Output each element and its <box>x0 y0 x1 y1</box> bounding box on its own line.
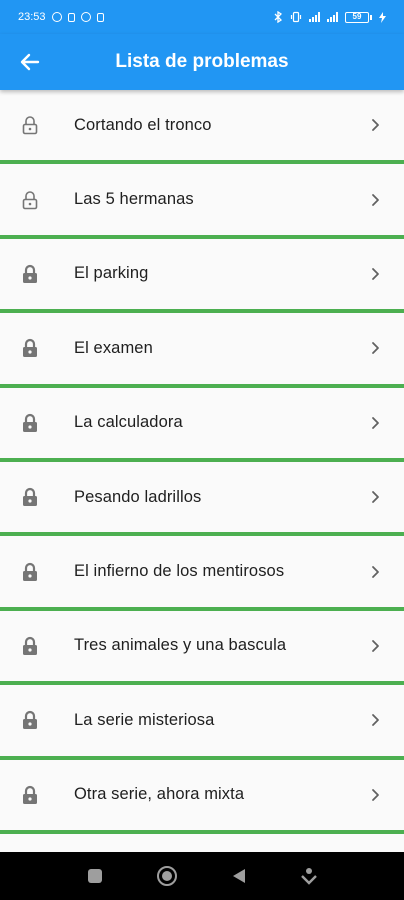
charging-icon <box>379 11 386 23</box>
list-item-label: Las 5 hermanas <box>74 190 194 209</box>
assistant-icon[interactable] <box>300 867 318 885</box>
lock-icon <box>0 264 60 284</box>
arrow-left-icon <box>20 53 40 71</box>
chevron-right-icon <box>348 341 404 355</box>
list-item[interactable]: Las 5 hermanas <box>0 164 404 239</box>
chevron-right-icon <box>348 267 404 281</box>
list-item[interactable]: El examen <box>0 313 404 388</box>
list-item-label: La calculadora <box>74 413 183 432</box>
back-icon[interactable] <box>230 867 248 885</box>
lock-icon <box>0 338 60 358</box>
lock-icon <box>0 636 60 656</box>
signal-icon-2 <box>327 12 338 22</box>
list-item[interactable]: El infierno de los mentirosos <box>0 536 404 611</box>
lock-icon <box>0 413 60 433</box>
battery-level: 59 <box>352 11 362 21</box>
back-button[interactable] <box>0 34 60 90</box>
chevron-right-icon <box>348 490 404 504</box>
list-item[interactable]: Cortando el tronco <box>0 90 404 165</box>
list-item-label: Otra serie, ahora mixta <box>74 785 245 804</box>
vibrate-icon <box>290 11 302 23</box>
list-item[interactable]: La calculadora <box>0 387 404 462</box>
alarm-icon <box>51 12 62 22</box>
status-time: 23:53 <box>18 11 46 23</box>
chevron-right-icon <box>348 788 404 802</box>
system-nav-bar <box>0 852 404 900</box>
list-item[interactable]: Tres animales y una bascula <box>0 610 404 686</box>
lock-icon <box>0 785 60 805</box>
status-bar: 23:53 59 <box>0 0 404 34</box>
chevron-right-icon <box>348 713 404 727</box>
chevron-right-icon <box>348 416 404 430</box>
bluetooth-icon <box>274 11 283 23</box>
lock-icon <box>0 710 60 730</box>
list-item[interactable]: Otra serie, ahora mixta <box>0 759 404 834</box>
battery-icon: 59 <box>345 11 372 23</box>
chevron-right-icon <box>348 118 404 132</box>
problem-list: Cortando el tronco Las 5 hermanas El parki… <box>0 90 404 852</box>
list-item-label: Tres animales y una bascula <box>74 636 287 655</box>
list-item-partial[interactable] <box>0 833 404 852</box>
lock-icon <box>0 487 60 507</box>
lock-icon <box>0 562 60 582</box>
list-item[interactable]: La serie misteriosa <box>0 685 404 760</box>
recents-icon[interactable] <box>86 867 104 885</box>
lock-open-icon <box>0 115 60 135</box>
chevron-right-icon <box>348 565 404 579</box>
list-item-label: Cortando el tronco <box>74 115 212 134</box>
lock-open-icon <box>0 190 60 210</box>
notification-icon-2 <box>96 12 104 22</box>
list-item-label: El infierno de los mentirosos <box>74 562 285 581</box>
list-item-label: El examen <box>74 338 153 357</box>
list-item[interactable]: Pesando ladrillos <box>0 461 404 537</box>
chevron-right-icon <box>348 639 404 653</box>
list-item-label: La serie misteriosa <box>74 710 215 729</box>
list-item-label: El parking <box>74 264 149 283</box>
app-bar: Lista de problemas <box>0 34 404 90</box>
chevron-right-icon <box>348 193 404 207</box>
list-item[interactable]: El parking <box>0 238 404 314</box>
notification-icon <box>67 12 75 22</box>
home-icon[interactable] <box>156 865 178 887</box>
list-item-label: Pesando ladrillos <box>74 487 202 506</box>
signal-icon <box>309 12 320 22</box>
page-title: Lista de problemas <box>115 51 289 72</box>
app-icon <box>80 12 91 22</box>
status-right: 59 <box>274 11 386 23</box>
status-left: 23:53 <box>18 11 104 23</box>
